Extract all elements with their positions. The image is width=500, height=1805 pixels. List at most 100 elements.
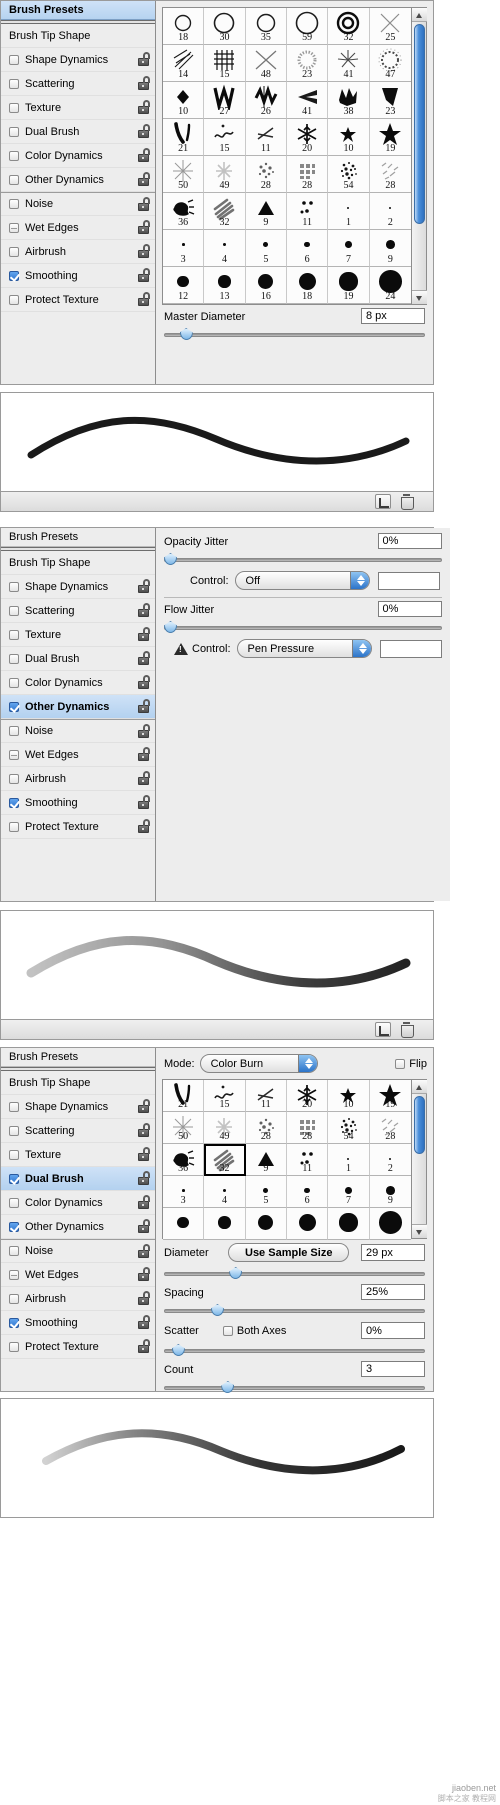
count-value[interactable]: 3 [361, 1361, 425, 1377]
brush-preset-cell[interactable]: 11 [286, 1144, 329, 1176]
dual-brush-grid[interactable]: 21 15 11 20 10 19 50 49 28 28 54 28 36 3… [162, 1079, 427, 1240]
brush-preset-cell[interactable]: 9 [245, 193, 287, 230]
smoothing-checkbox[interactable] [9, 797, 19, 808]
lock-icon[interactable] [138, 723, 150, 738]
other-dynamics-checkbox[interactable] [9, 174, 19, 185]
brush-preset-cell[interactable]: 19 [328, 267, 370, 304]
brush-preset-cell[interactable]: 10 [328, 119, 370, 156]
brush-preset-cell[interactable]: 11 [245, 119, 287, 156]
wet-edges-checkbox[interactable] [9, 222, 19, 233]
brush-preset-cell[interactable]: 2 [369, 1144, 411, 1176]
brush-preset-cell[interactable]: 26 [245, 82, 287, 119]
slider-knob[interactable] [210, 1304, 224, 1316]
brush-preset-cell[interactable]: 19 [369, 1080, 411, 1112]
scroll-up-icon[interactable] [412, 1080, 427, 1094]
wet-edges-checkbox[interactable] [9, 749, 19, 760]
lock-icon[interactable] [138, 771, 150, 785]
dual-brush-checkbox[interactable] [9, 126, 19, 137]
brush-preset-cell[interactable]: 6 [286, 1176, 329, 1208]
sidebar-item-smoothing[interactable]: Smoothing [1, 1311, 155, 1335]
diameter-value[interactable]: 29 px [361, 1244, 425, 1261]
smoothing-checkbox[interactable] [9, 270, 19, 281]
brush-preset-cell[interactable]: 21 [163, 119, 205, 156]
stepper-arrows-icon[interactable] [297, 1055, 317, 1072]
stepper-arrows-icon[interactable] [349, 572, 369, 589]
lock-icon[interactable] [138, 220, 150, 234]
noise-checkbox[interactable] [9, 199, 19, 209]
sidebar-item-airbrush[interactable]: Airbrush [1, 1287, 155, 1311]
lock-icon[interactable] [138, 1219, 150, 1233]
brush-preset-cell[interactable]: 32 [204, 193, 246, 230]
brush-preset-cell[interactable]: 47 [369, 45, 411, 82]
mode-select[interactable]: Color Burn [199, 1054, 318, 1073]
texture-checkbox[interactable] [9, 1149, 19, 1160]
sidebar-item-brush-presets[interactable]: Brush Presets [1, 1048, 155, 1067]
sidebar-item-smoothing[interactable]: Smoothing [1, 791, 155, 815]
scrollbar-thumb[interactable] [414, 24, 425, 224]
brush-preset-cell[interactable]: 1 [328, 193, 370, 230]
scroll-up-icon[interactable] [412, 8, 427, 22]
sidebar-item-texture[interactable]: Texture [1, 1143, 155, 1167]
sidebar-item-brush-tip-shape[interactable]: Brush Tip Shape [1, 1071, 155, 1095]
scatter-slider[interactable] [164, 1344, 425, 1356]
brush-preset-cell[interactable]: 41 [286, 82, 329, 119]
sidebar-item-airbrush[interactable]: Airbrush [1, 240, 155, 264]
protect-texture-checkbox[interactable] [9, 294, 19, 305]
sidebar-item-other-dynamics[interactable]: Other Dynamics [1, 695, 155, 719]
brush-preset-cell[interactable]: 27 [204, 82, 246, 119]
brush-preset-grid-1[interactable]: 18 30 35 59 32 25 14 15 48 23 41 47 10 2… [162, 7, 427, 305]
color-dynamics-checkbox[interactable] [9, 150, 19, 161]
sidebar-item-color-dynamics[interactable]: Color Dynamics [1, 1191, 155, 1215]
brush-preset-cell[interactable]: 36 [163, 1144, 205, 1176]
lock-icon[interactable] [138, 579, 150, 593]
stepper-arrows-icon[interactable] [351, 640, 371, 657]
brush-preset-cell[interactable]: 28 [286, 1112, 329, 1144]
slider-knob[interactable] [229, 1267, 243, 1279]
brush-preset-cell[interactable]: 16 [245, 267, 287, 304]
lock-icon[interactable] [138, 292, 150, 306]
brush-preset-cell[interactable]: 14 [163, 45, 205, 82]
lock-icon[interactable] [138, 172, 150, 186]
brush-preset-cell[interactable]: 5 [245, 230, 287, 267]
opacity-control-extra-field[interactable] [377, 571, 440, 590]
sidebar-item-noise[interactable]: Noise [1, 192, 155, 216]
brush-preset-cell[interactable]: 3 [163, 230, 205, 267]
shape-dynamics-checkbox[interactable] [9, 581, 19, 592]
brush-preset-cell[interactable]: 10 [163, 82, 205, 119]
brush-preset-cell[interactable]: 9 [369, 230, 411, 267]
brush-preset-cell[interactable]: 32 [204, 1144, 246, 1176]
flow-jitter-value[interactable]: 0% [377, 601, 442, 617]
sidebar-item-scattering[interactable]: Scattering [1, 1119, 155, 1143]
flow-control-extra-field[interactable] [379, 639, 442, 658]
lock-icon[interactable] [138, 795, 150, 809]
shape-dynamics-checkbox[interactable] [9, 54, 19, 65]
opacity-control-select[interactable]: Off [234, 571, 370, 590]
brush-preset-cell[interactable]: 15 [204, 1080, 246, 1112]
grid-scrollbar-3[interactable] [411, 1080, 427, 1238]
sidebar-item-shape-dynamics[interactable]: Shape Dynamics [1, 48, 155, 72]
opacity-jitter-value[interactable]: 0% [377, 533, 442, 549]
slider-knob[interactable] [164, 621, 177, 633]
lock-icon[interactable] [138, 244, 150, 258]
scattering-checkbox[interactable] [9, 78, 19, 89]
brush-preset-cell[interactable]: 28 [369, 1112, 411, 1144]
lock-icon[interactable] [138, 268, 150, 282]
spacing-value[interactable]: 25% [361, 1284, 425, 1300]
diameter-slider[interactable] [164, 1267, 425, 1279]
brush-preset-cell[interactable]: 20 [286, 1080, 329, 1112]
trash-icon[interactable] [399, 1022, 415, 1038]
airbrush-checkbox[interactable] [9, 1293, 19, 1304]
sidebar-item-shape-dynamics[interactable]: Shape Dynamics [1, 575, 155, 599]
airbrush-checkbox[interactable] [9, 773, 19, 784]
brush-preset-cell[interactable]: 25 [369, 8, 411, 45]
scattering-checkbox[interactable] [9, 605, 19, 616]
trash-icon[interactable] [399, 494, 415, 510]
lock-icon[interactable] [138, 819, 150, 833]
sidebar-item-scattering[interactable]: Scattering [1, 72, 155, 96]
scattering-checkbox[interactable] [9, 1125, 19, 1136]
sidebar-item-texture[interactable]: Texture [1, 623, 155, 647]
sidebar-item-brush-tip-shape[interactable]: Brush Tip Shape [1, 24, 155, 48]
lock-icon[interactable] [138, 76, 150, 90]
brush-preset-cell[interactable]: 28 [245, 1112, 287, 1144]
brush-preset-cell[interactable]: 19 [369, 119, 411, 156]
